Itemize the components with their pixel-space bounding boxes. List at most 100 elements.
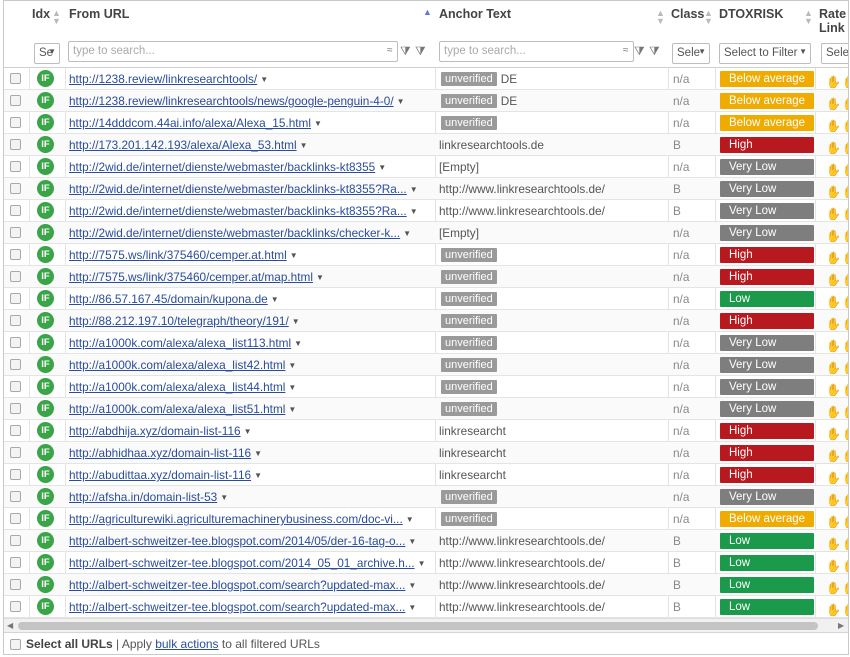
scroll-left-icon[interactable]: ◀ bbox=[7, 619, 13, 632]
thumb-down-icon[interactable]: ✋ bbox=[842, 115, 848, 134]
table-row[interactable]: IF http://abdhija.xyz/domain-list-116 ▼ lin… bbox=[4, 420, 848, 442]
table-row[interactable]: IF http://173.201.142.193/alexa/Alexa_53.… bbox=[4, 134, 848, 156]
col-header-dtoxrisk[interactable]: DTOXRISK bbox=[715, 1, 815, 38]
if-status-icon[interactable]: IF bbox=[37, 510, 54, 527]
row-checkbox[interactable] bbox=[10, 579, 21, 590]
row-checkbox[interactable] bbox=[10, 337, 21, 348]
thumb-down-icon[interactable]: ✋ bbox=[842, 269, 848, 288]
if-status-icon[interactable]: IF bbox=[37, 356, 54, 373]
chevron-down-icon[interactable]: ▼ bbox=[418, 559, 426, 568]
filter-icon[interactable]: ⧩ bbox=[634, 44, 645, 59]
if-status-icon[interactable]: IF bbox=[37, 246, 54, 263]
col-header-rate-link[interactable]: Rate Link bbox=[815, 1, 848, 38]
from-url-link[interactable]: http://a1000k.com/alexa/alexa_list51.htm… bbox=[65, 402, 285, 416]
row-checkbox[interactable] bbox=[10, 557, 21, 568]
table-row[interactable]: IF http://albert-schweitzer-tee.blogspot.… bbox=[4, 530, 848, 552]
table-row[interactable]: IF http://2wid.de/internet/dienste/webmas… bbox=[4, 156, 848, 178]
from-url-link[interactable]: http://albert-schweitzer-tee.blogspot.co… bbox=[65, 556, 415, 570]
thumb-up-icon[interactable]: ✋ bbox=[826, 203, 841, 222]
chevron-down-icon[interactable]: ▼ bbox=[408, 537, 416, 546]
thumb-up-icon[interactable]: ✋ bbox=[826, 599, 841, 618]
thumb-down-icon[interactable]: ✋ bbox=[842, 181, 848, 200]
chevron-down-icon[interactable]: ▼ bbox=[271, 295, 279, 304]
scroll-right-icon[interactable]: ▶ bbox=[838, 619, 844, 632]
from-url-link[interactable]: http://albert-schweitzer-tee.blogspot.co… bbox=[65, 600, 405, 614]
if-status-icon[interactable]: IF bbox=[37, 334, 54, 351]
from-url-link[interactable]: http://88.212.197.10/telegraph/theory/19… bbox=[65, 314, 289, 328]
from-url-link[interactable]: http://albert-schweitzer-tee.blogspot.co… bbox=[65, 578, 405, 592]
chevron-down-icon[interactable]: ▼ bbox=[397, 97, 405, 106]
chevron-down-icon[interactable]: ▼ bbox=[316, 273, 324, 282]
idx-filter-select[interactable]: Se ▼ bbox=[34, 43, 60, 64]
from-url-link[interactable]: http://2wid.de/internet/dienste/webmaste… bbox=[65, 160, 375, 174]
row-checkbox[interactable] bbox=[10, 601, 21, 612]
if-status-icon[interactable]: IF bbox=[37, 598, 54, 615]
if-status-icon[interactable]: IF bbox=[37, 290, 54, 307]
row-checkbox[interactable] bbox=[10, 491, 21, 502]
row-checkbox[interactable] bbox=[10, 359, 21, 370]
filter-icon[interactable]: ⧩ bbox=[400, 44, 411, 59]
regex-icon[interactable]: ≈ bbox=[387, 45, 393, 56]
chevron-down-icon[interactable]: ▼ bbox=[410, 207, 418, 216]
sort-asc-icon[interactable]: ▲ bbox=[423, 8, 432, 17]
from-url-link[interactable]: http://a1000k.com/alexa/alexa_list113.ht… bbox=[65, 336, 291, 350]
thumb-up-icon[interactable]: ✋ bbox=[826, 93, 841, 112]
sort-icon[interactable]: ▲ ▼ bbox=[804, 9, 813, 26]
thumb-up-icon[interactable]: ✋ bbox=[826, 71, 841, 90]
if-status-icon[interactable]: IF bbox=[37, 114, 54, 131]
chevron-down-icon[interactable]: ▼ bbox=[403, 229, 411, 238]
thumb-down-icon[interactable]: ✋ bbox=[842, 71, 848, 90]
thumb-down-icon[interactable]: ✋ bbox=[842, 555, 848, 574]
table-row[interactable]: IF http://albert-schweitzer-tee.blogspot.… bbox=[4, 552, 848, 574]
table-row[interactable]: IF http://a1000k.com/alexa/alexa_list44.h… bbox=[4, 376, 848, 398]
chevron-down-icon[interactable]: ▼ bbox=[378, 163, 386, 172]
thumb-up-icon[interactable]: ✋ bbox=[826, 379, 841, 398]
thumb-up-icon[interactable]: ✋ bbox=[826, 137, 841, 156]
thumb-up-icon[interactable]: ✋ bbox=[826, 511, 841, 530]
row-checkbox[interactable] bbox=[10, 315, 21, 326]
thumb-up-icon[interactable]: ✋ bbox=[826, 115, 841, 134]
thumb-down-icon[interactable]: ✋ bbox=[842, 577, 848, 596]
thumb-up-icon[interactable]: ✋ bbox=[826, 225, 841, 244]
thumb-down-icon[interactable]: ✋ bbox=[842, 423, 848, 442]
thumb-down-icon[interactable]: ✋ bbox=[842, 533, 848, 552]
chevron-down-icon[interactable]: ▼ bbox=[244, 427, 252, 436]
clear-filter-icon[interactable]: ⧩ bbox=[649, 44, 660, 59]
if-status-icon[interactable]: IF bbox=[37, 136, 54, 153]
table-row[interactable]: IF http://albert-schweitzer-tee.blogspot.… bbox=[4, 596, 848, 618]
chevron-down-icon[interactable]: ▼ bbox=[260, 75, 268, 84]
table-row[interactable]: IF http://agriculturewiki.agriculturemach… bbox=[4, 508, 848, 530]
from-url-link[interactable]: http://a1000k.com/alexa/alexa_list44.htm… bbox=[65, 380, 285, 394]
row-checkbox[interactable] bbox=[10, 95, 21, 106]
row-checkbox[interactable] bbox=[10, 469, 21, 480]
table-row[interactable]: IF http://7575.ws/link/375460/cemper.at.h… bbox=[4, 244, 848, 266]
row-checkbox[interactable] bbox=[10, 425, 21, 436]
from-url-link[interactable]: http://2wid.de/internet/dienste/webmaste… bbox=[65, 204, 407, 218]
table-row[interactable]: IF http://a1000k.com/alexa/alexa_list51.h… bbox=[4, 398, 848, 420]
from-url-link[interactable]: http://173.201.142.193/alexa/Alexa_53.ht… bbox=[65, 138, 297, 152]
table-row[interactable]: IF http://1238.review/linkresearchtools/▼… bbox=[4, 68, 848, 90]
if-status-icon[interactable]: IF bbox=[37, 532, 54, 549]
chevron-down-icon[interactable]: ▼ bbox=[408, 603, 416, 612]
chevron-down-icon[interactable]: ▼ bbox=[288, 383, 296, 392]
anchor-search-input[interactable]: type to search... bbox=[439, 41, 634, 62]
row-checkbox[interactable] bbox=[10, 513, 21, 524]
thumb-down-icon[interactable]: ✋ bbox=[842, 93, 848, 112]
if-status-icon[interactable]: IF bbox=[37, 312, 54, 329]
chevron-down-icon[interactable]: ▼ bbox=[314, 119, 322, 128]
horizontal-scrollbar[interactable]: ◀ ▶ bbox=[4, 618, 848, 632]
thumb-up-icon[interactable]: ✋ bbox=[826, 467, 841, 486]
row-checkbox[interactable] bbox=[10, 535, 21, 546]
from-url-link[interactable]: http://14dddcom.44ai.info/alexa/Alexa_15… bbox=[65, 116, 311, 130]
regex-icon[interactable]: ≈ bbox=[623, 45, 629, 56]
if-status-icon[interactable]: IF bbox=[37, 466, 54, 483]
from-url-link[interactable]: http://86.57.167.45/domain/kupona.de bbox=[65, 292, 268, 306]
thumb-up-icon[interactable]: ✋ bbox=[826, 313, 841, 332]
sort-icon[interactable]: ▲ ▼ bbox=[704, 9, 713, 26]
thumb-down-icon[interactable]: ✋ bbox=[842, 599, 848, 618]
clear-filter-icon[interactable]: ⧩ bbox=[415, 44, 426, 59]
if-status-icon[interactable]: IF bbox=[37, 268, 54, 285]
chevron-down-icon[interactable]: ▼ bbox=[300, 141, 308, 150]
table-row[interactable]: IF http://albert-schweitzer-tee.blogspot.… bbox=[4, 574, 848, 596]
from-url-link[interactable]: http://2wid.de/internet/dienste/webmaste… bbox=[65, 182, 407, 196]
